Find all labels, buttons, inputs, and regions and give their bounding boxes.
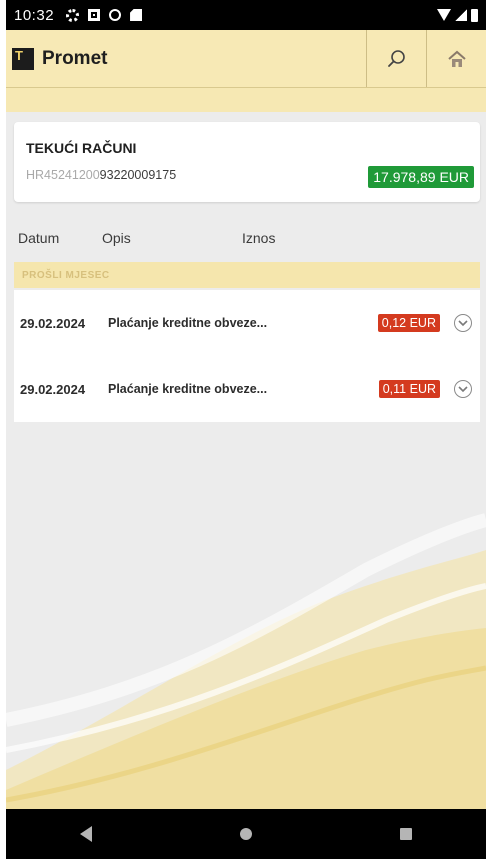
settings-icon [66, 8, 80, 22]
battery-icon [471, 8, 478, 22]
column-header-description: Opis [102, 230, 131, 246]
home-nav-icon[interactable] [240, 828, 252, 840]
home-icon [447, 50, 466, 67]
account-title: TEKUĆI RAČUNI [26, 140, 137, 156]
column-headers: Datum Opis Iznos [6, 226, 486, 248]
app-bar: T Promet [6, 30, 486, 88]
iban-suffix: 93220009175 [99, 168, 177, 182]
transaction-row[interactable]: 29.02.2024 Plaćanje kreditne obveze... 0… [14, 356, 480, 422]
search-button[interactable] [366, 30, 426, 87]
transaction-date: 29.02.2024 [20, 381, 86, 397]
app-screen: 10:32 T Promet TEKUĆI RAČUNI HR452412009… [6, 0, 486, 859]
circle-sync-icon [109, 9, 122, 21]
transaction-description: Plaćanje kreditne obveze... [108, 382, 268, 396]
app-bar-strip [6, 88, 486, 112]
page-title: Promet [42, 47, 108, 69]
home-button[interactable] [426, 30, 486, 87]
search-icon [387, 49, 405, 67]
transaction-amount: 0,11 EUR [378, 380, 440, 398]
notification-box-icon [88, 9, 101, 21]
transaction-date: 29.02.2024 [20, 315, 86, 331]
status-time: 10:32 [14, 6, 55, 24]
cellular-icon [455, 9, 467, 21]
section-header: PROŠLI MJESEC [14, 262, 480, 288]
recent-apps-icon[interactable] [400, 828, 412, 840]
column-header-date: Datum [18, 230, 60, 246]
status-bar: 10:32 [6, 0, 486, 30]
app-logo-icon: T [12, 47, 34, 70]
transaction-list: 29.02.2024 Plaćanje kreditne obveze... 0… [14, 290, 480, 422]
account-iban: HR4524120093220009175 [26, 168, 176, 182]
chevron-down-icon[interactable] [454, 314, 472, 332]
wifi-icon [437, 9, 451, 21]
navigation-bar [6, 809, 486, 859]
balance-badge: 17.978,89 EUR [368, 166, 474, 188]
chevron-down-icon[interactable] [454, 380, 472, 398]
back-icon[interactable] [80, 826, 92, 842]
sd-card-icon [130, 9, 143, 21]
background-wave-decoration [6, 513, 486, 810]
iban-prefix: HR45241200 [26, 168, 100, 182]
transaction-row[interactable]: 29.02.2024 Plaćanje kreditne obveze... 0… [14, 290, 480, 356]
transaction-description: Plaćanje kreditne obveze... [108, 316, 268, 330]
account-card[interactable]: TEKUĆI RAČUNI HR4524120093220009175 17.9… [14, 122, 480, 202]
transaction-amount: 0,12 EUR [377, 314, 440, 332]
column-header-amount: Iznos [242, 230, 276, 246]
